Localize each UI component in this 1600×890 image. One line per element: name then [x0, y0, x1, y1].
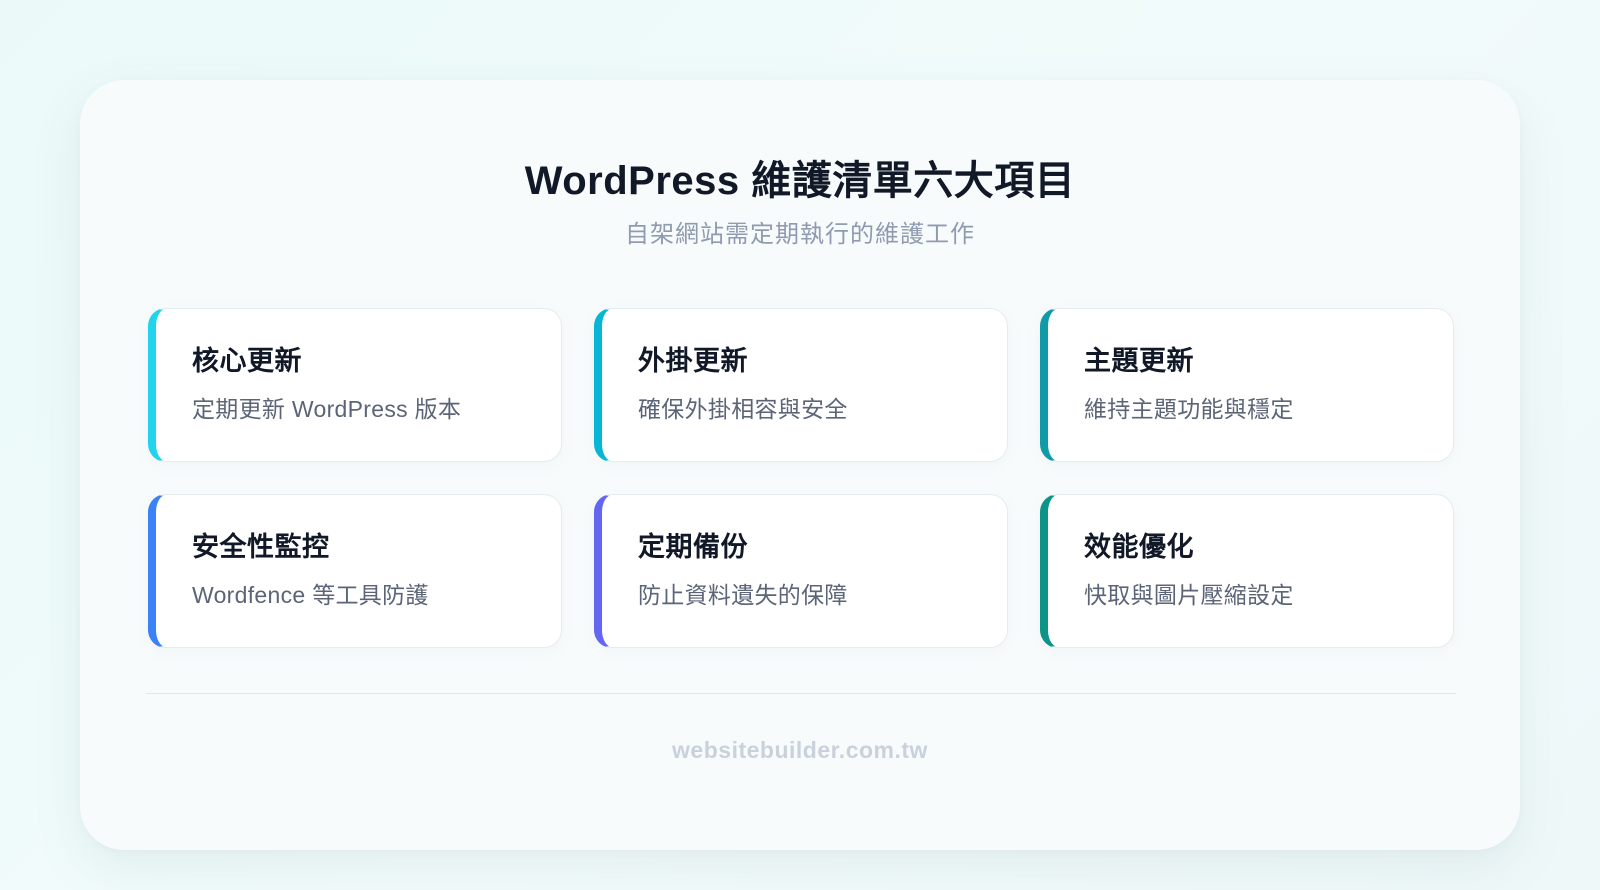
- card-plugin-update: 外掛更新 確保外掛相容與安全: [594, 308, 1008, 462]
- card-description: Wordfence 等工具防護: [192, 582, 429, 608]
- card-core-update: 核心更新 定期更新 WordPress 版本: [148, 308, 562, 462]
- card-title: 外掛更新: [638, 346, 748, 376]
- card-description: 定期更新 WordPress 版本: [192, 396, 462, 422]
- card-theme-update: 主題更新 維持主題功能與穩定: [1040, 308, 1454, 462]
- card-description: 維持主題功能與穩定: [1084, 396, 1294, 422]
- card-security-monitoring: 安全性監控 Wordfence 等工具防護: [148, 494, 562, 648]
- card-title: 效能優化: [1084, 532, 1194, 562]
- page-subtitle: 自架網站需定期執行的維護工作: [625, 221, 975, 248]
- card-performance-optimization: 效能優化 快取與圖片壓縮設定: [1040, 494, 1454, 648]
- card-title: 定期備份: [638, 532, 748, 562]
- card-description: 快取與圖片壓縮設定: [1084, 582, 1294, 608]
- maintenance-panel: WordPress 維護清單六大項目 自架網站需定期執行的維護工作 核心更新 定…: [80, 80, 1520, 850]
- card-title: 主題更新: [1084, 346, 1194, 376]
- divider: [146, 693, 1456, 694]
- footer-domain: websitebuilder.com.tw: [672, 737, 928, 763]
- page-title: WordPress 維護清單六大項目: [524, 159, 1076, 203]
- card-description: 防止資料遺失的保障: [638, 582, 848, 608]
- maintenance-card-grid: 核心更新 定期更新 WordPress 版本 外掛更新 確保外掛相容與安全 主題…: [148, 308, 1454, 648]
- card-description: 確保外掛相容與安全: [638, 396, 848, 422]
- card-regular-backup: 定期備份 防止資料遺失的保障: [594, 494, 1008, 648]
- card-title: 核心更新: [192, 346, 302, 376]
- card-title: 安全性監控: [192, 532, 330, 562]
